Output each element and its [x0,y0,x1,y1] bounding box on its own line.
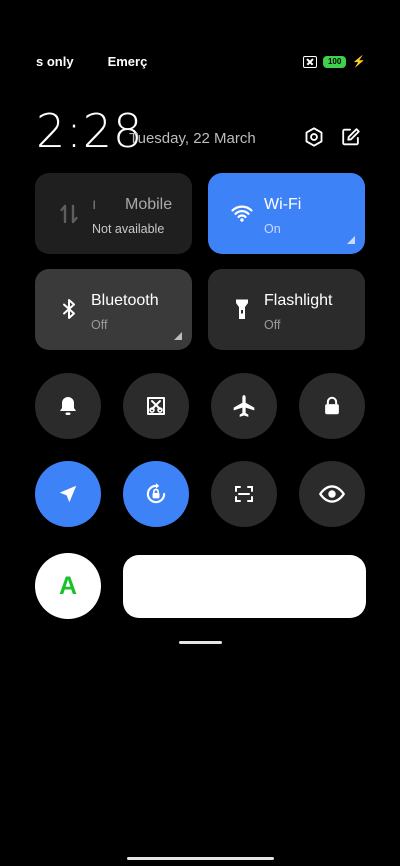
wifi-status: On [264,222,281,236]
lock-screen-toggle[interactable] [299,373,365,439]
date: Tuesday, 22 March [129,130,256,147]
no-sim-icon [302,55,317,68]
bluetooth-status: Off [91,318,108,332]
screenshot-icon [147,397,165,415]
mobile-data-status: Not available [92,222,165,236]
bluetooth-expand-corner[interactable] [174,332,182,340]
rotation-lock-toggle[interactable] [123,461,189,527]
wifi-icon [231,205,253,222]
settings-icon[interactable] [303,126,325,148]
mobile-signal-prefix: ı [92,196,97,213]
clock: 2:28 [36,104,144,158]
airplane-icon [233,395,255,417]
flashlight-icon [236,299,248,319]
edit-icon[interactable] [340,126,362,148]
eye-icon [318,485,346,503]
wifi-tile[interactable]: Wi-Fi On [208,173,365,254]
scan-icon [235,486,253,502]
bluetooth-title: Bluetooth [91,292,159,309]
mobile-data-tile[interactable]: ı Mobile Not available [35,173,192,254]
bluetooth-tile[interactable]: Bluetooth Off [35,269,192,350]
mobile-data-icon [60,204,78,224]
emergency-text: Emerç [107,54,148,69]
flashlight-tile[interactable]: Flashlight Off [208,269,365,350]
silent-mode-toggle[interactable] [35,373,101,439]
panel-drag-handle[interactable] [179,641,222,644]
flashlight-status: Off [264,318,281,332]
media-control-panel[interactable] [123,555,366,618]
avatar-letter: A [58,571,78,600]
airplane-mode-toggle[interactable] [211,373,277,439]
status-bar: s only Emerç 100 ⚡ [0,54,400,74]
home-indicator[interactable] [127,857,274,860]
lock-icon [325,396,339,415]
flashlight-title: Flashlight [264,292,333,309]
avatar[interactable]: A [35,553,101,619]
bluetooth-icon [63,299,75,319]
bell-icon [60,397,76,415]
mobile-data-title: Mobile [125,196,173,213]
rotation-lock-icon [146,483,166,504]
location-toggle[interactable] [35,461,101,527]
wifi-title: Wi-Fi [264,196,302,213]
control-center-header: 2:28 Tuesday, 22 March [36,104,366,158]
location-arrow-icon [59,485,77,503]
reading-mode-toggle[interactable] [299,461,365,527]
charging-icon: ⚡ [352,56,366,68]
screenshot-toggle[interactable] [123,373,189,439]
carrier-text: s only [36,54,74,69]
wifi-expand-corner[interactable] [347,236,355,244]
scanner-toggle[interactable] [211,461,277,527]
battery-icon: 100 [322,55,347,68]
